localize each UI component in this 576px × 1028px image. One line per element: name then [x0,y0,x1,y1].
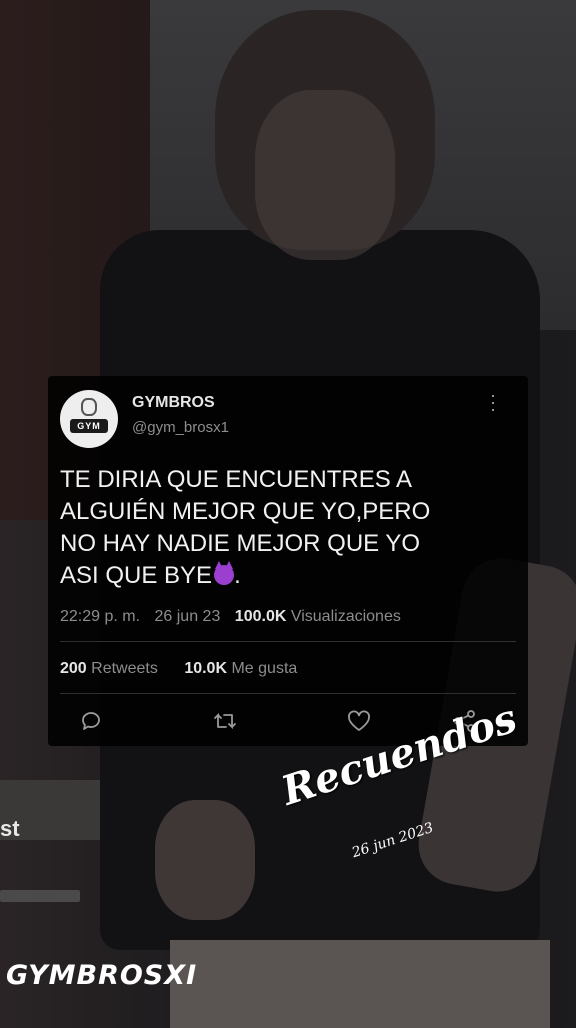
tweet-text-line: NO HAY NADIE MEJOR QUE YO [60,530,421,557]
views-count: 100.0K [234,608,287,625]
retweets-label: Retweets [91,660,158,677]
person-face [255,90,395,260]
tweet-time: 22:29 p. m. [60,608,141,625]
user-handle[interactable]: @gym_brosx1 [132,419,229,436]
background-rail [0,890,80,902]
avatar[interactable]: GYM [60,390,118,448]
tweet-text-end: . [234,562,241,589]
watermark: GYMBROSXI [6,960,198,991]
tweet-meta: 22:29 p. m. 26 jun 23 100.0K Visualizaci… [60,608,411,626]
tweet-text: TE DIRIA QUE ENCUENTRES A ALGUIÉN MEJOR … [60,464,510,592]
retweets-count: 200 [60,660,87,677]
retweets-stat[interactable]: 200 Retweets [60,660,158,677]
like-icon[interactable] [346,708,372,734]
likes-label: Me gusta [231,660,298,677]
avatar-badge: GYM [70,419,108,433]
background-partial-text: st [0,816,20,841]
likes-count: 10.0K [184,660,228,677]
divider [60,693,516,694]
retweet-icon[interactable] [212,708,238,734]
tweet-stats: 200 Retweets 10.0K Me gusta [60,660,319,678]
person-legs [170,940,550,1028]
tweet-text-line: ASI QUE BYE [60,562,213,589]
views-label: Visualizaciones [290,608,401,625]
tweet-text-line: TE DIRIA QUE ENCUENTRES A [60,466,413,493]
tweet-text-line: ALGUIÉN MEJOR QUE YO,PERO [60,498,431,525]
more-options-icon[interactable]: · · · [488,386,498,418]
display-name[interactable]: GYMBROS [132,394,215,412]
smiling-devil-emoji-icon [214,561,235,585]
divider [60,641,516,642]
person-hand [155,800,255,920]
likes-stat[interactable]: 10.0K Me gusta [184,660,297,677]
tweet-text-line-last: ASI QUE BYE. [60,560,510,592]
reply-icon[interactable] [78,708,104,734]
tweet-date: 26 jun 23 [154,608,221,625]
avatar-figure [81,398,97,416]
tweet-card[interactable]: GYM GYMBROS @gym_brosx1 · · · TE DIRIA QUE… [48,376,528,746]
